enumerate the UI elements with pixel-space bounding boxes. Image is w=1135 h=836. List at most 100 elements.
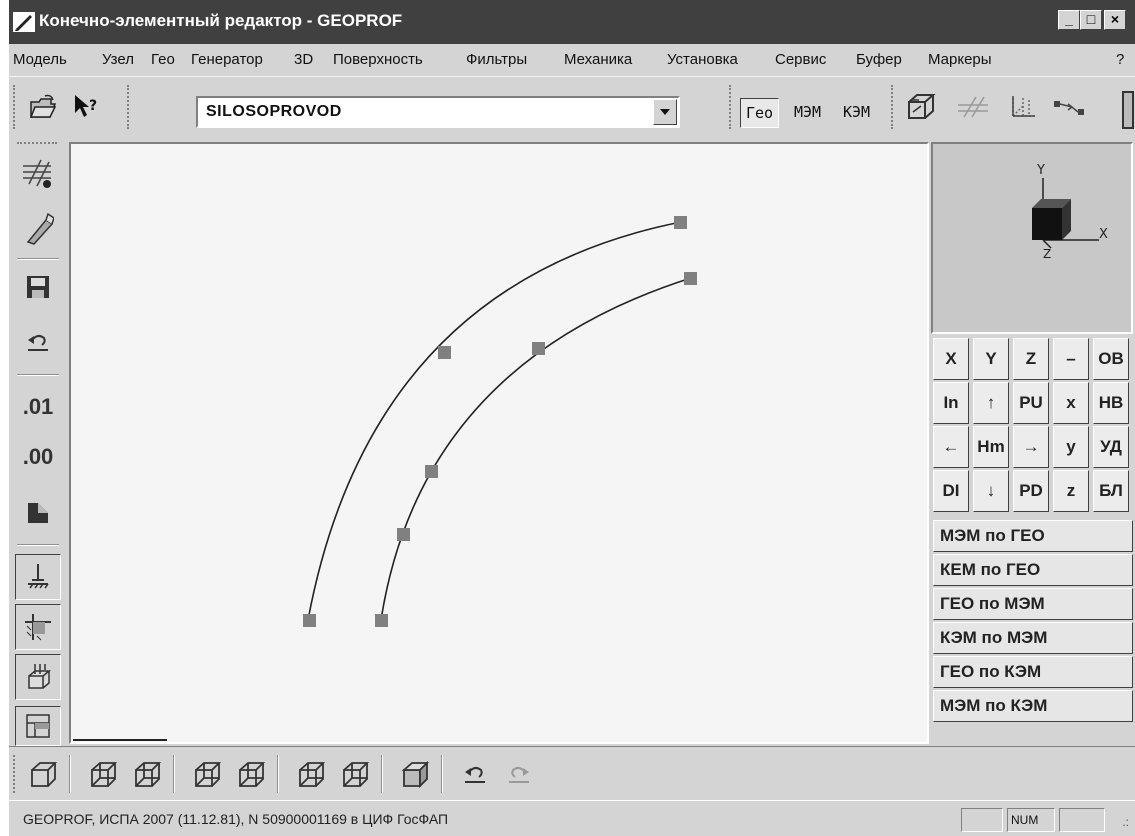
grid-eye-icon xyxy=(23,159,51,188)
toolbar-grip-2[interactable] xyxy=(127,85,131,129)
drawing-canvas[interactable] xyxy=(69,142,929,744)
key-minus[interactable]: – xyxy=(1053,338,1089,380)
key-down-arrow[interactable]: ↓ xyxy=(973,470,1009,512)
menu-generator[interactable]: Генератор xyxy=(191,51,263,68)
node-marker[interactable] xyxy=(438,346,451,359)
close-button[interactable]: × xyxy=(1104,10,1126,30)
outer-arc[interactable] xyxy=(307,221,682,621)
key-x-axis[interactable]: X xyxy=(933,338,969,380)
left-toolbar-grip[interactable] xyxy=(17,142,57,145)
view-bottom-button[interactable] xyxy=(291,755,331,795)
view-right-button[interactable] xyxy=(187,755,227,795)
key-pu[interactable]: PU xyxy=(1013,382,1049,424)
menu-3d[interactable]: 3D xyxy=(294,51,313,68)
axes-grid-button[interactable] xyxy=(1004,87,1044,127)
toolbar-grip-3[interactable] xyxy=(729,85,733,129)
undo-button[interactable] xyxy=(15,320,61,366)
convert-mem-by-kem-button[interactable]: МЭМ по КЭМ xyxy=(933,690,1133,722)
precision-more-button[interactable]: .01 xyxy=(15,384,61,430)
box-view-button[interactable] xyxy=(901,87,941,127)
open-folder-button[interactable] xyxy=(23,87,63,127)
shape-button[interactable] xyxy=(15,490,61,536)
node-marker[interactable] xyxy=(532,342,545,355)
convert-kem-by-geo-button[interactable]: КЕМ по ГЕО xyxy=(933,554,1133,586)
menu-geo[interactable]: Гео xyxy=(151,51,175,68)
bottom-separator xyxy=(441,755,443,793)
menu-service[interactable]: Сервис xyxy=(775,51,826,68)
view-left-button[interactable] xyxy=(127,755,167,795)
axis-z-label: Z xyxy=(1043,247,1051,261)
key-up-arrow[interactable]: ↑ xyxy=(973,382,1009,424)
precision-less-button[interactable]: .00 xyxy=(15,434,61,480)
toolbar-grip-4[interactable] xyxy=(891,85,895,129)
menu-surface[interactable]: Поверхность xyxy=(333,51,423,68)
node-marker[interactable] xyxy=(397,528,410,541)
bottom-separator xyxy=(277,755,279,793)
node-link-button[interactable] xyxy=(1049,87,1089,127)
node-marker[interactable] xyxy=(375,614,388,627)
menu-node[interactable]: Узел xyxy=(102,51,134,68)
key-di[interactable]: DI xyxy=(933,470,969,512)
maximize-button[interactable]: □ xyxy=(1080,10,1102,30)
grid-visibility-button[interactable] xyxy=(15,152,61,198)
mode-kem-button[interactable]: КЭМ xyxy=(838,98,875,128)
convert-geo-by-mem-button[interactable]: ГЕО по МЭМ xyxy=(933,588,1133,620)
load-button[interactable] xyxy=(15,654,61,700)
convert-kem-by-mem-button[interactable]: КЭМ по МЭМ xyxy=(933,622,1133,654)
fixed-joint-button[interactable] xyxy=(15,604,61,650)
key-z-small[interactable]: z xyxy=(1053,470,1089,512)
convert-mem-by-geo-button[interactable]: МЭМ по ГЕО xyxy=(933,520,1133,552)
bottom-separator xyxy=(381,755,383,793)
key-y-axis[interactable]: Y xyxy=(973,338,1009,380)
minimize-button[interactable]: _ xyxy=(1058,10,1080,30)
model-select[interactable]: SILOSOPROVOD xyxy=(196,96,680,128)
key-left-arrow[interactable]: ← xyxy=(933,426,969,468)
key-hm[interactable]: Hm xyxy=(973,426,1009,468)
section-button[interactable] xyxy=(15,706,61,746)
key-in[interactable]: In xyxy=(933,382,969,424)
key-pd[interactable]: PD xyxy=(1013,470,1049,512)
resize-grip-icon[interactable]: .: xyxy=(1122,815,1129,829)
menu-mechanics[interactable]: Механика xyxy=(564,51,632,68)
menu-model[interactable]: Модель xyxy=(13,51,67,68)
context-help-button[interactable]: ? xyxy=(66,87,106,127)
view-top-button[interactable] xyxy=(231,755,271,795)
node-marker[interactable] xyxy=(684,272,697,285)
hatch-button[interactable] xyxy=(953,87,993,127)
model-select-value: SILOSOPROVOD xyxy=(206,103,342,120)
view-front-button[interactable] xyxy=(23,755,63,795)
menu-filters[interactable]: Фильтры xyxy=(466,51,527,68)
inner-arc[interactable] xyxy=(380,277,692,621)
view-redo-button[interactable] xyxy=(499,755,539,795)
mode-mem-button[interactable]: МЭМ xyxy=(789,98,826,128)
key-x-small[interactable]: x xyxy=(1053,382,1089,424)
bottom-toolbar-grip[interactable] xyxy=(13,755,17,793)
chevron-down-icon[interactable] xyxy=(653,99,677,125)
save-button[interactable] xyxy=(15,264,61,310)
toolbar-grip[interactable] xyxy=(13,85,17,129)
menu-buffer[interactable]: Буфер xyxy=(856,51,902,68)
key-z-axis[interactable]: Z xyxy=(1013,338,1049,380)
toolbar-overflow[interactable] xyxy=(1122,91,1134,129)
key-block[interactable]: БЛ xyxy=(1093,470,1129,512)
key-hb[interactable]: HB xyxy=(1093,382,1129,424)
key-delete[interactable]: УД xyxy=(1093,426,1129,468)
axes-orientation-view[interactable]: Y X Z xyxy=(931,142,1133,334)
key-y-small[interactable]: y xyxy=(1053,426,1089,468)
node-marker[interactable] xyxy=(425,465,438,478)
beam-profile-button[interactable] xyxy=(15,206,61,252)
convert-geo-by-kem-button[interactable]: ГЕО по КЭМ xyxy=(933,656,1133,688)
view-undo-button[interactable] xyxy=(455,755,495,795)
view-solid-button[interactable] xyxy=(395,755,435,795)
key-right-arrow[interactable]: → xyxy=(1013,426,1049,468)
menu-help[interactable]: ? xyxy=(1116,51,1124,68)
view-back-button[interactable] xyxy=(83,755,123,795)
key-ob[interactable]: OB xyxy=(1093,338,1129,380)
menu-markers[interactable]: Маркеры xyxy=(928,51,992,68)
support-button[interactable] xyxy=(15,554,61,600)
menu-setup[interactable]: Установка xyxy=(667,51,738,68)
view-iso-button[interactable] xyxy=(335,755,375,795)
mode-geo-button[interactable]: Гео xyxy=(740,98,780,128)
node-marker[interactable] xyxy=(674,216,687,229)
node-marker[interactable] xyxy=(303,614,316,627)
